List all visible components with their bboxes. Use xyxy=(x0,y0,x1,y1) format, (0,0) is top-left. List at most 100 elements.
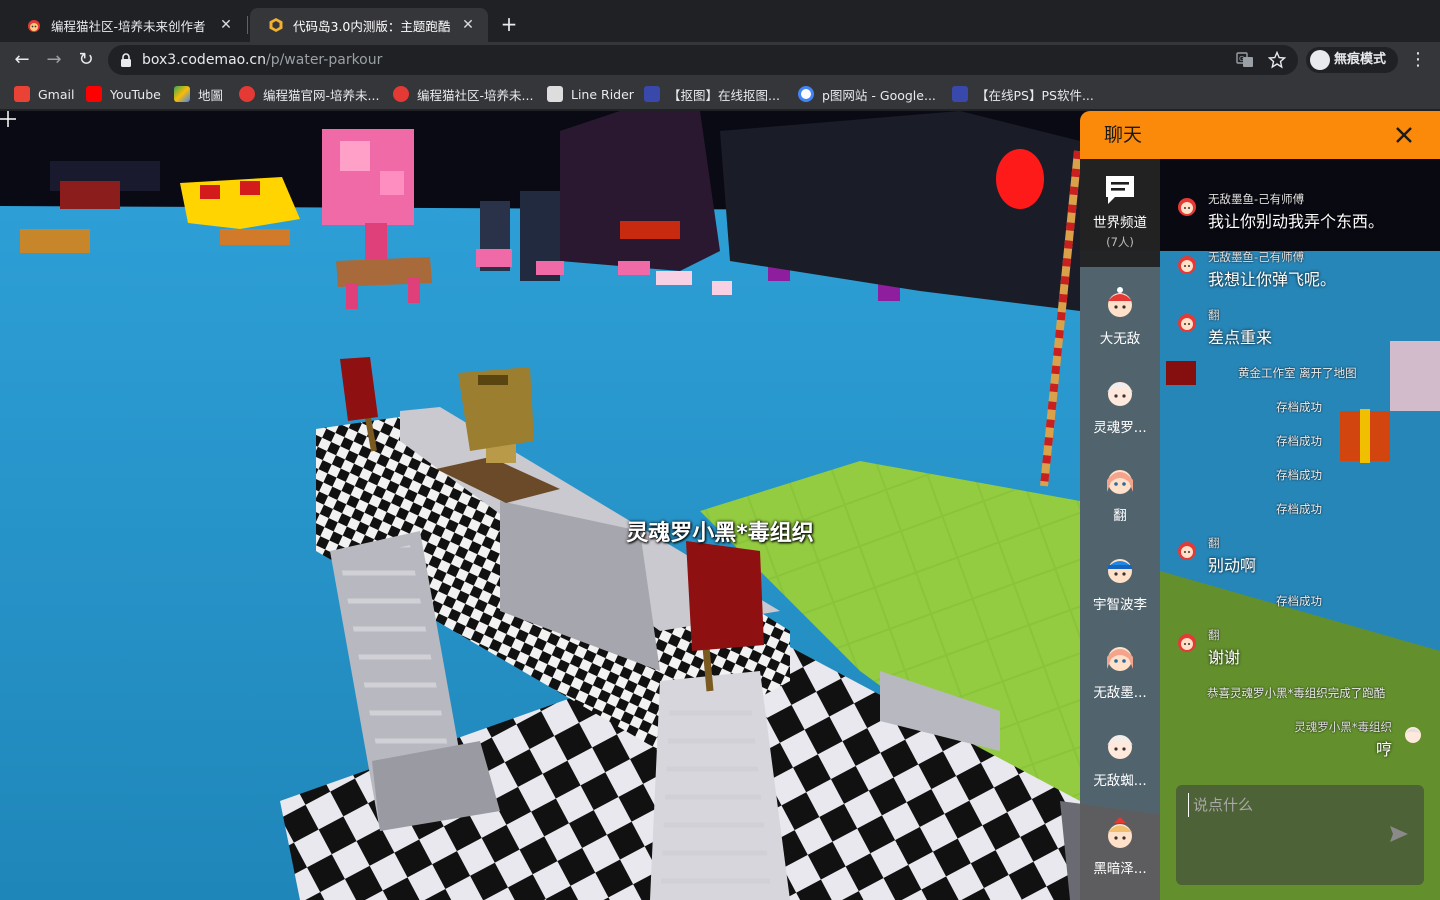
gmail-icon xyxy=(14,86,30,102)
forward-button[interactable]: → xyxy=(42,48,66,72)
tab-title: 编程猫社区-培养未来创作者 xyxy=(51,18,206,34)
user-name: 大无敌 xyxy=(1099,331,1141,347)
tab-title: 代码岛3.0内测版：主题跑酷 xyxy=(293,18,451,34)
user-avatar-icon xyxy=(1107,735,1133,759)
bookmark-gmail[interactable]: Gmail xyxy=(14,84,74,104)
world-channel-tab[interactable]: 世界频道 (7人) xyxy=(1080,159,1160,267)
google-icon xyxy=(798,86,814,102)
channel-list: 世界频道 (7人) 大无敌 灵魂罗... 翻 宇智波李 无敌墨... 无敌蜘..… xyxy=(1080,159,1160,900)
url-host: box3.codemao.cn xyxy=(142,52,266,68)
message-sender: 翻 xyxy=(1208,308,1220,322)
codemao-icon xyxy=(393,86,409,102)
user-avatar-icon xyxy=(1108,817,1132,848)
user-item[interactable]: 黑暗泽... xyxy=(1080,805,1160,893)
incognito-label: 無痕模式 xyxy=(1334,52,1387,67)
sender-avatar-icon xyxy=(1178,198,1196,216)
bookmark-cutout[interactable]: 【抠图】在线抠图... xyxy=(644,84,780,104)
chat-input[interactable] xyxy=(1188,793,1378,817)
bookmark-label: Line Rider xyxy=(571,86,634,102)
system-message-congrats: 恭喜灵魂罗小黑*毒组织完成了跑酷 xyxy=(1207,686,1386,700)
back-button[interactable]: ← xyxy=(10,48,34,72)
youtube-icon xyxy=(86,86,102,102)
system-message-left-map: 黄金工作室 离开了地图 xyxy=(1238,366,1357,380)
message-sender: 无敌墨鱼-己有师傅 xyxy=(1208,192,1305,206)
incognito-badge[interactable]: 無痕模式 xyxy=(1306,47,1399,73)
box3-favicon-icon xyxy=(269,18,283,32)
send-icon[interactable] xyxy=(1388,823,1410,845)
chat-header: 聊天 xyxy=(1080,111,1440,159)
svg-text:G: G xyxy=(1239,55,1244,63)
user-item[interactable]: 大无敌 xyxy=(1080,275,1160,363)
bookmark-label: 【在线PS】PS软件... xyxy=(976,87,1094,103)
bookmark-online-ps[interactable]: 【在线PS】PS软件... xyxy=(952,84,1094,104)
chat-input-box xyxy=(1176,785,1424,885)
browser-menu-button[interactable]: ⋮ xyxy=(1408,48,1428,72)
bookmark-google[interactable]: p图网站 - Google... xyxy=(798,84,936,104)
message-text: 别动啊 xyxy=(1208,556,1257,575)
user-name: 翻 xyxy=(1113,508,1127,524)
bookmark-label: Gmail xyxy=(38,86,75,102)
maps-icon xyxy=(174,86,190,102)
bookmark-label: 地圖 xyxy=(198,87,224,103)
message-text: 哼 xyxy=(1375,740,1392,759)
sender-avatar-icon xyxy=(1178,634,1196,652)
bookmark-label: 编程猫社区-培养未... xyxy=(417,87,534,103)
system-message-saved: 存档成功 xyxy=(1276,594,1322,608)
sender-avatar-icon xyxy=(1178,542,1196,560)
close-chat-icon[interactable] xyxy=(1392,123,1416,147)
tab-water-parkour[interactable]: 代码岛3.0内测版：主题跑酷 ✕ xyxy=(250,8,488,42)
user-name: 无敌蜘... xyxy=(1093,773,1147,789)
user-item[interactable]: 无敌墨... xyxy=(1080,629,1160,717)
user-item[interactable]: 翻 xyxy=(1080,452,1160,540)
chat-panel: 聊天 世界频道 (7人) 大无敌 灵魂罗... 翻 宇智波李 无敌墨... 无敌… xyxy=(1080,111,1440,900)
bookmark-label: p图网站 - Google... xyxy=(822,87,936,103)
bookmark-star-icon[interactable] xyxy=(1268,51,1286,69)
codemao-favicon-icon xyxy=(28,20,40,32)
close-tab-icon[interactable]: ✕ xyxy=(460,17,476,33)
bookmark-maps[interactable]: 地圖 xyxy=(174,84,223,104)
address-bar[interactable]: box3.codemao.cn/p/water-parkour G xyxy=(108,45,1298,75)
reload-button[interactable]: ↻ xyxy=(74,48,98,72)
message-sender: 灵魂罗小黑*毒组织 xyxy=(1294,720,1392,734)
lock-icon xyxy=(121,53,131,67)
bookmark-label: YouTube xyxy=(110,86,161,102)
user-item[interactable]: 宇智波李 xyxy=(1080,541,1160,629)
message-sender: 翻 xyxy=(1208,628,1220,642)
message-text: 我想让你弹飞呢。 xyxy=(1208,270,1337,289)
online-ps-icon xyxy=(952,86,968,102)
message-sender: 无敌墨鱼-己有师傅 xyxy=(1208,250,1305,264)
player-name-tag: 灵魂罗小黑*毒组织 xyxy=(626,521,814,546)
bookmark-youtube[interactable]: YouTube xyxy=(86,84,161,104)
message-text: 谢谢 xyxy=(1208,648,1241,667)
bookmark-line-rider[interactable]: Line Rider xyxy=(547,84,634,104)
codemao-icon xyxy=(239,86,255,102)
bookmark-codemao-official[interactable]: 编程猫官网-培养未... xyxy=(239,84,379,104)
chat-bubble-icon xyxy=(1106,176,1134,204)
bookmark-label: 编程猫官网-培养未... xyxy=(263,87,380,103)
tab-codemao-community[interactable]: 编程猫社区-培养未来创作者 ✕ xyxy=(8,8,246,42)
tab-strip: 编程猫社区-培养未来创作者 ✕ 代码岛3.0内测版：主题跑酷 ✕ + xyxy=(0,0,1440,42)
browser-toolbar: ← → ↻ box3.codemao.cn/p/water-parkour G … xyxy=(0,42,1440,78)
message-text: 我让你别动我弄个东西。 xyxy=(1208,212,1385,231)
system-message-saved: 存档成功 xyxy=(1276,400,1322,414)
user-item[interactable]: 无敌蜘... xyxy=(1080,717,1160,805)
user-name: 无敌墨... xyxy=(1093,685,1147,701)
crosshair-icon xyxy=(0,111,16,127)
line-rider-icon xyxy=(547,86,563,102)
incognito-icon xyxy=(1310,50,1330,70)
message-sender: 翻 xyxy=(1208,536,1220,550)
system-message-saved: 存档成功 xyxy=(1276,434,1322,448)
user-avatar-icon xyxy=(1107,647,1133,671)
system-message-saved: 存档成功 xyxy=(1276,468,1322,482)
url-text: box3.codemao.cn/p/water-parkour xyxy=(142,45,382,75)
new-tab-button[interactable]: + xyxy=(498,13,520,35)
translate-icon[interactable]: G xyxy=(1236,51,1254,69)
close-tab-icon[interactable]: ✕ xyxy=(218,17,234,33)
world-channel-name: 世界频道 xyxy=(1093,215,1147,231)
user-item[interactable]: 灵魂罗... xyxy=(1080,364,1160,452)
bookmarks-bar: Gmail YouTube 地圖 编程猫官网-培养未... 编程猫社区-培养未.… xyxy=(0,78,1440,110)
bookmark-codemao-community[interactable]: 编程猫社区-培养未... xyxy=(393,84,533,104)
world-channel-count: (7人) xyxy=(1106,235,1134,249)
user-name: 灵魂罗... xyxy=(1093,420,1147,436)
user-avatar-icon xyxy=(1107,382,1133,406)
